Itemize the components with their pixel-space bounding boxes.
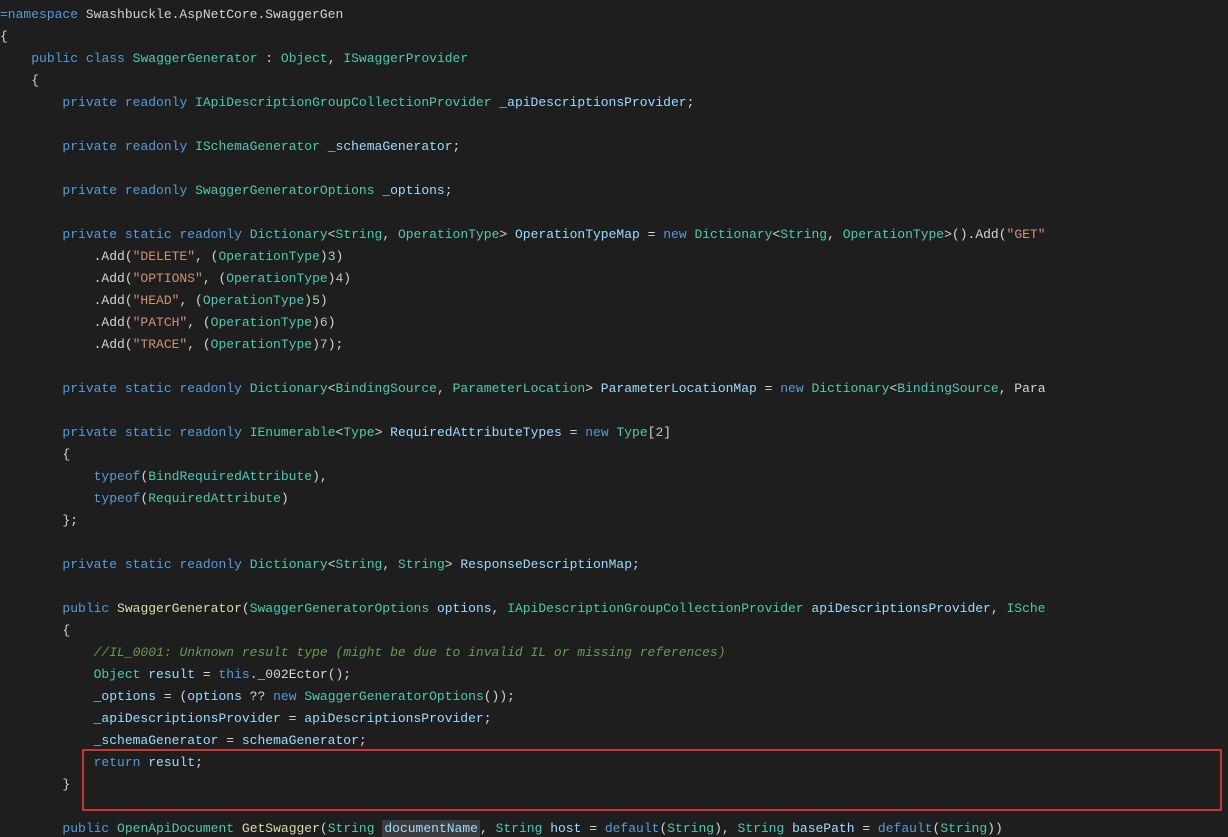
line-content: typeof(RequiredAttribute) bbox=[0, 488, 1228, 510]
line-content: public class SwaggerGenerator : Object, … bbox=[0, 48, 1228, 70]
code-line: private readonly ISchemaGenerator _schem… bbox=[0, 136, 1228, 158]
code-line: } bbox=[0, 774, 1228, 796]
code-line: _options = (options ?? new SwaggerGenera… bbox=[0, 686, 1228, 708]
line-content bbox=[0, 114, 1228, 136]
code-line: private static readonly IEnumerable<Type… bbox=[0, 422, 1228, 444]
line-content: { bbox=[0, 26, 1228, 48]
line-content: _options = (options ?? new SwaggerGenera… bbox=[0, 686, 1228, 708]
code-line: private readonly IApiDescriptionGroupCol… bbox=[0, 92, 1228, 114]
code-line: { bbox=[0, 70, 1228, 92]
code-line: private static readonly Dictionary<Strin… bbox=[0, 554, 1228, 576]
code-line: .Add("DELETE", (OperationType)3) bbox=[0, 246, 1228, 268]
code-editor: =namespace Swashbuckle.AspNetCore.Swagge… bbox=[0, 0, 1228, 837]
line-content: } bbox=[0, 774, 1228, 796]
code-line: typeof(RequiredAttribute) bbox=[0, 488, 1228, 510]
code-line: public OpenApiDocument GetSwagger(String… bbox=[0, 818, 1228, 837]
line-content: { bbox=[0, 444, 1228, 466]
code-line: private readonly SwaggerGeneratorOptions… bbox=[0, 180, 1228, 202]
line-content: private readonly IApiDescriptionGroupCol… bbox=[0, 92, 1228, 114]
line-content: { bbox=[0, 70, 1228, 92]
code-line: public class SwaggerGenerator : Object, … bbox=[0, 48, 1228, 70]
line-content: .Add("DELETE", (OperationType)3) bbox=[0, 246, 1228, 268]
code-line: { bbox=[0, 26, 1228, 48]
line-content: .Add("PATCH", (OperationType)6) bbox=[0, 312, 1228, 334]
line-content: public OpenApiDocument GetSwagger(String… bbox=[0, 818, 1228, 837]
line-content bbox=[0, 202, 1228, 224]
line-content: .Add("HEAD", (OperationType)5) bbox=[0, 290, 1228, 312]
line-content: _apiDescriptionsProvider = apiDescriptio… bbox=[0, 708, 1228, 730]
code-line: //IL_0001: Unknown result type (might be… bbox=[0, 642, 1228, 664]
code-line: }; bbox=[0, 510, 1228, 532]
code-line: private static readonly Dictionary<Bindi… bbox=[0, 378, 1228, 400]
code-line bbox=[0, 532, 1228, 554]
line-content bbox=[0, 576, 1228, 598]
line-content: private static readonly Dictionary<Bindi… bbox=[0, 378, 1228, 400]
code-line: typeof(BindRequiredAttribute), bbox=[0, 466, 1228, 488]
line-content bbox=[0, 356, 1228, 378]
code-line: .Add("OPTIONS", (OperationType)4) bbox=[0, 268, 1228, 290]
code-line: return result; bbox=[0, 752, 1228, 774]
line-content: private static readonly Dictionary<Strin… bbox=[0, 224, 1228, 246]
line-content bbox=[0, 158, 1228, 180]
line-content: Object result = this._002Ector(); bbox=[0, 664, 1228, 686]
code-line bbox=[0, 576, 1228, 598]
code-line bbox=[0, 796, 1228, 818]
code-line bbox=[0, 158, 1228, 180]
line-content: }; bbox=[0, 510, 1228, 532]
line-content: .Add("OPTIONS", (OperationType)4) bbox=[0, 268, 1228, 290]
line-content: private static readonly Dictionary<Strin… bbox=[0, 554, 1228, 576]
code-line: public SwaggerGenerator(SwaggerGenerator… bbox=[0, 598, 1228, 620]
line-content: return result; bbox=[0, 752, 1228, 774]
line-content: .Add("TRACE", (OperationType)7); bbox=[0, 334, 1228, 356]
code-line: private static readonly Dictionary<Strin… bbox=[0, 224, 1228, 246]
code-line: =namespace Swashbuckle.AspNetCore.Swagge… bbox=[0, 4, 1228, 26]
code-line: Object result = this._002Ector(); bbox=[0, 664, 1228, 686]
code-line bbox=[0, 400, 1228, 422]
line-content bbox=[0, 400, 1228, 422]
code-line bbox=[0, 202, 1228, 224]
line-content: private readonly SwaggerGeneratorOptions… bbox=[0, 180, 1228, 202]
line-content bbox=[0, 796, 1228, 818]
line-content: =namespace Swashbuckle.AspNetCore.Swagge… bbox=[0, 4, 1228, 26]
code-line: { bbox=[0, 444, 1228, 466]
code-line: _schemaGenerator = schemaGenerator; bbox=[0, 730, 1228, 752]
line-content: private readonly ISchemaGenerator _schem… bbox=[0, 136, 1228, 158]
code-line bbox=[0, 356, 1228, 378]
code-line: .Add("PATCH", (OperationType)6) bbox=[0, 312, 1228, 334]
line-content: private static readonly IEnumerable<Type… bbox=[0, 422, 1228, 444]
line-content bbox=[0, 532, 1228, 554]
line-content: typeof(BindRequiredAttribute), bbox=[0, 466, 1228, 488]
code-content: =namespace Swashbuckle.AspNetCore.Swagge… bbox=[0, 0, 1228, 837]
code-line: { bbox=[0, 620, 1228, 642]
code-line: .Add("TRACE", (OperationType)7); bbox=[0, 334, 1228, 356]
line-content: //IL_0001: Unknown result type (might be… bbox=[0, 642, 1228, 664]
code-line bbox=[0, 114, 1228, 136]
code-line: _apiDescriptionsProvider = apiDescriptio… bbox=[0, 708, 1228, 730]
code-line: .Add("HEAD", (OperationType)5) bbox=[0, 290, 1228, 312]
line-content: public SwaggerGenerator(SwaggerGenerator… bbox=[0, 598, 1228, 620]
line-content: _schemaGenerator = schemaGenerator; bbox=[0, 730, 1228, 752]
line-content: { bbox=[0, 620, 1228, 642]
